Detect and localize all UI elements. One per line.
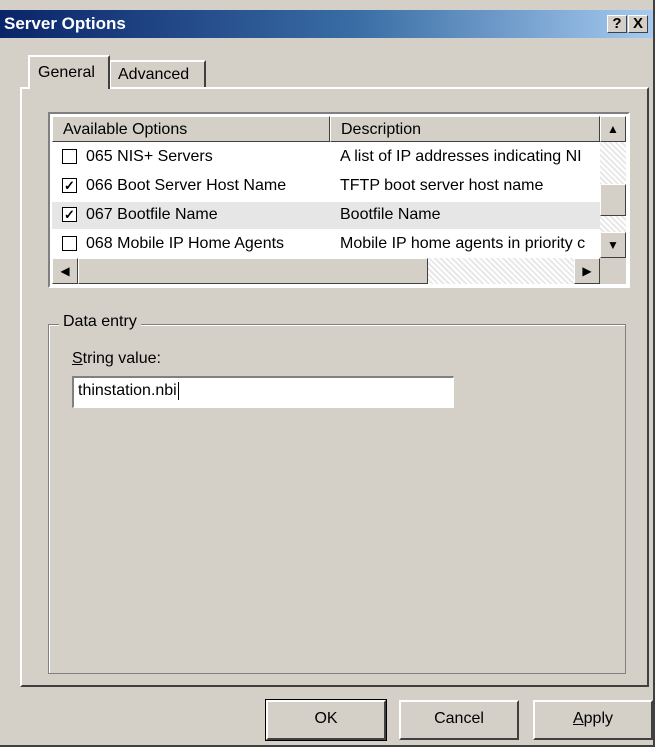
column-header-available-options[interactable]: Available Options [52,116,330,142]
apply-button[interactable]: Apply [533,700,653,740]
help-button[interactable]: ? [607,15,627,33]
scroll-down-arrow-icon[interactable]: ▼ [600,232,626,258]
apply-label: pply [583,710,614,727]
vertical-scrollbar[interactable]: ▲ ▼ [600,116,626,258]
checkbox-checked[interactable]: ✓ [62,178,77,193]
tab-general-label: General [38,64,95,81]
close-button[interactable]: X [628,15,648,33]
scrollbar-corner [600,258,626,284]
string-value-label-text: tring value: [82,350,161,367]
ok-button[interactable]: OK [265,699,387,741]
data-entry-label: Data entry [59,313,141,331]
option-description: Mobile IP home agents in priority c [340,235,586,252]
option-description: TFTP boot server host name [340,177,544,194]
option-name: 067 Bootfile Name [86,206,218,223]
string-value-label: String value: [72,350,161,368]
column-header-description[interactable]: Description [330,116,600,142]
option-name: 068 Mobile IP Home Agents [86,235,285,252]
scroll-right-arrow-icon[interactable]: ▶ [574,258,600,284]
title-bar[interactable]: Server Options ? X [0,10,653,38]
option-name: 066 Boot Server Host Name [86,177,287,194]
horizontal-scroll-thumb[interactable] [78,258,428,284]
checkbox[interactable] [62,149,77,164]
string-value-text: thinstation.nbi [78,382,177,400]
option-description: A list of IP addresses indicating NI [340,148,582,165]
option-name: 065 NIS+ Servers [86,148,213,165]
tab-advanced-label: Advanced [118,66,190,83]
option-description: Bootfile Name [340,206,441,223]
options-list[interactable]: Available Options Description 065 NIS+ S… [48,112,630,288]
window-title: Server Options [4,14,126,33]
accelerator-key: A [572,710,584,727]
tab-general[interactable]: General [28,55,110,89]
list-item[interactable]: 068 Mobile IP Home Agents Mobile IP home… [52,231,600,258]
scroll-left-arrow-icon[interactable]: ◀ [52,258,78,284]
list-item[interactable]: 065 NIS+ Servers A list of IP addresses … [52,144,600,171]
server-options-dialog: Server Options ? X General Advanced Avai… [0,0,655,747]
cancel-button[interactable]: Cancel [399,700,519,740]
vertical-scroll-thumb[interactable] [600,184,626,216]
text-caret [177,382,179,400]
scroll-up-arrow-icon[interactable]: ▲ [600,116,626,142]
list-item[interactable]: ✓ 066 Boot Server Host Name TFTP boot se… [52,173,600,200]
list-item-selected[interactable]: ✓ 067 Bootfile Name Bootfile Name [52,202,600,229]
horizontal-scrollbar[interactable]: ◀ ▶ [52,258,600,284]
string-value-input[interactable]: thinstation.nbi [72,376,454,408]
checkbox[interactable] [62,236,77,251]
tab-advanced[interactable]: Advanced [110,60,206,88]
accelerator-key: S [72,350,83,367]
checkbox-checked[interactable]: ✓ [62,207,77,222]
